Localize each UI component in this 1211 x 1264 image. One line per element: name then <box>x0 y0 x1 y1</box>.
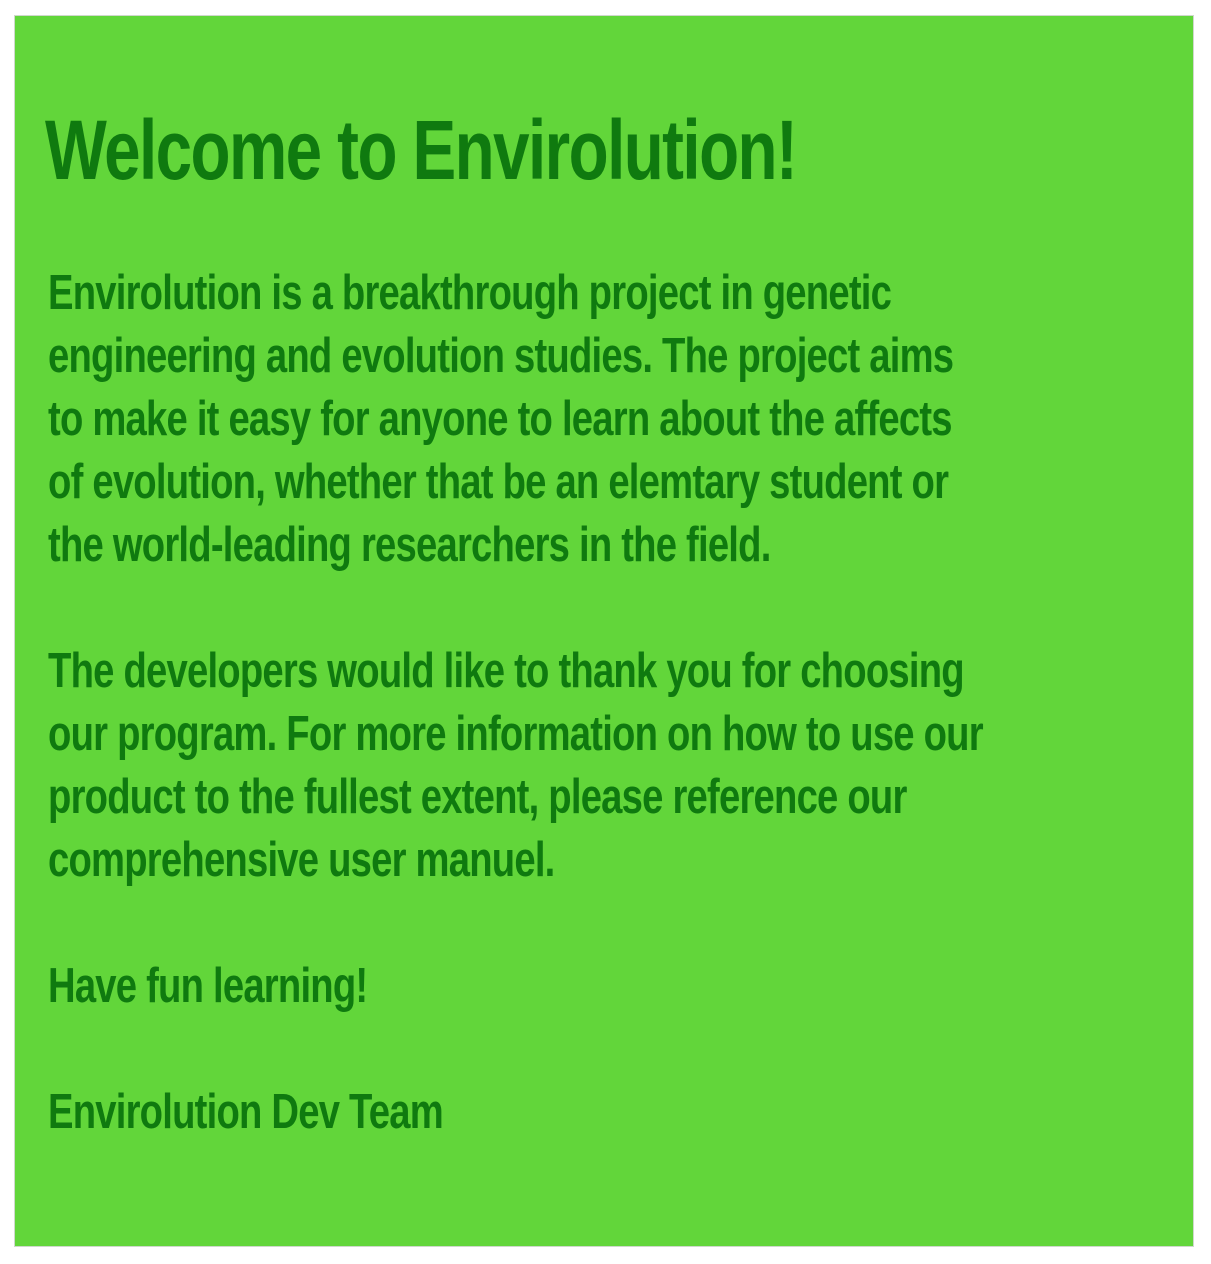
welcome-body: Envirolution is a breakthrough project i… <box>48 262 1124 1144</box>
intro-paragraph: Envirolution is a breakthrough project i… <box>48 266 954 572</box>
welcome-title: Welcome to Envirolution! <box>45 103 798 197</box>
welcome-panel: Welcome to Envirolution! Envirolution is… <box>14 15 1194 1247</box>
closing-line: Have fun learning! <box>48 959 368 1013</box>
signature-line: Envirolution Dev Team <box>48 1085 444 1139</box>
thanks-paragraph: The developers would like to thank you f… <box>48 644 984 887</box>
